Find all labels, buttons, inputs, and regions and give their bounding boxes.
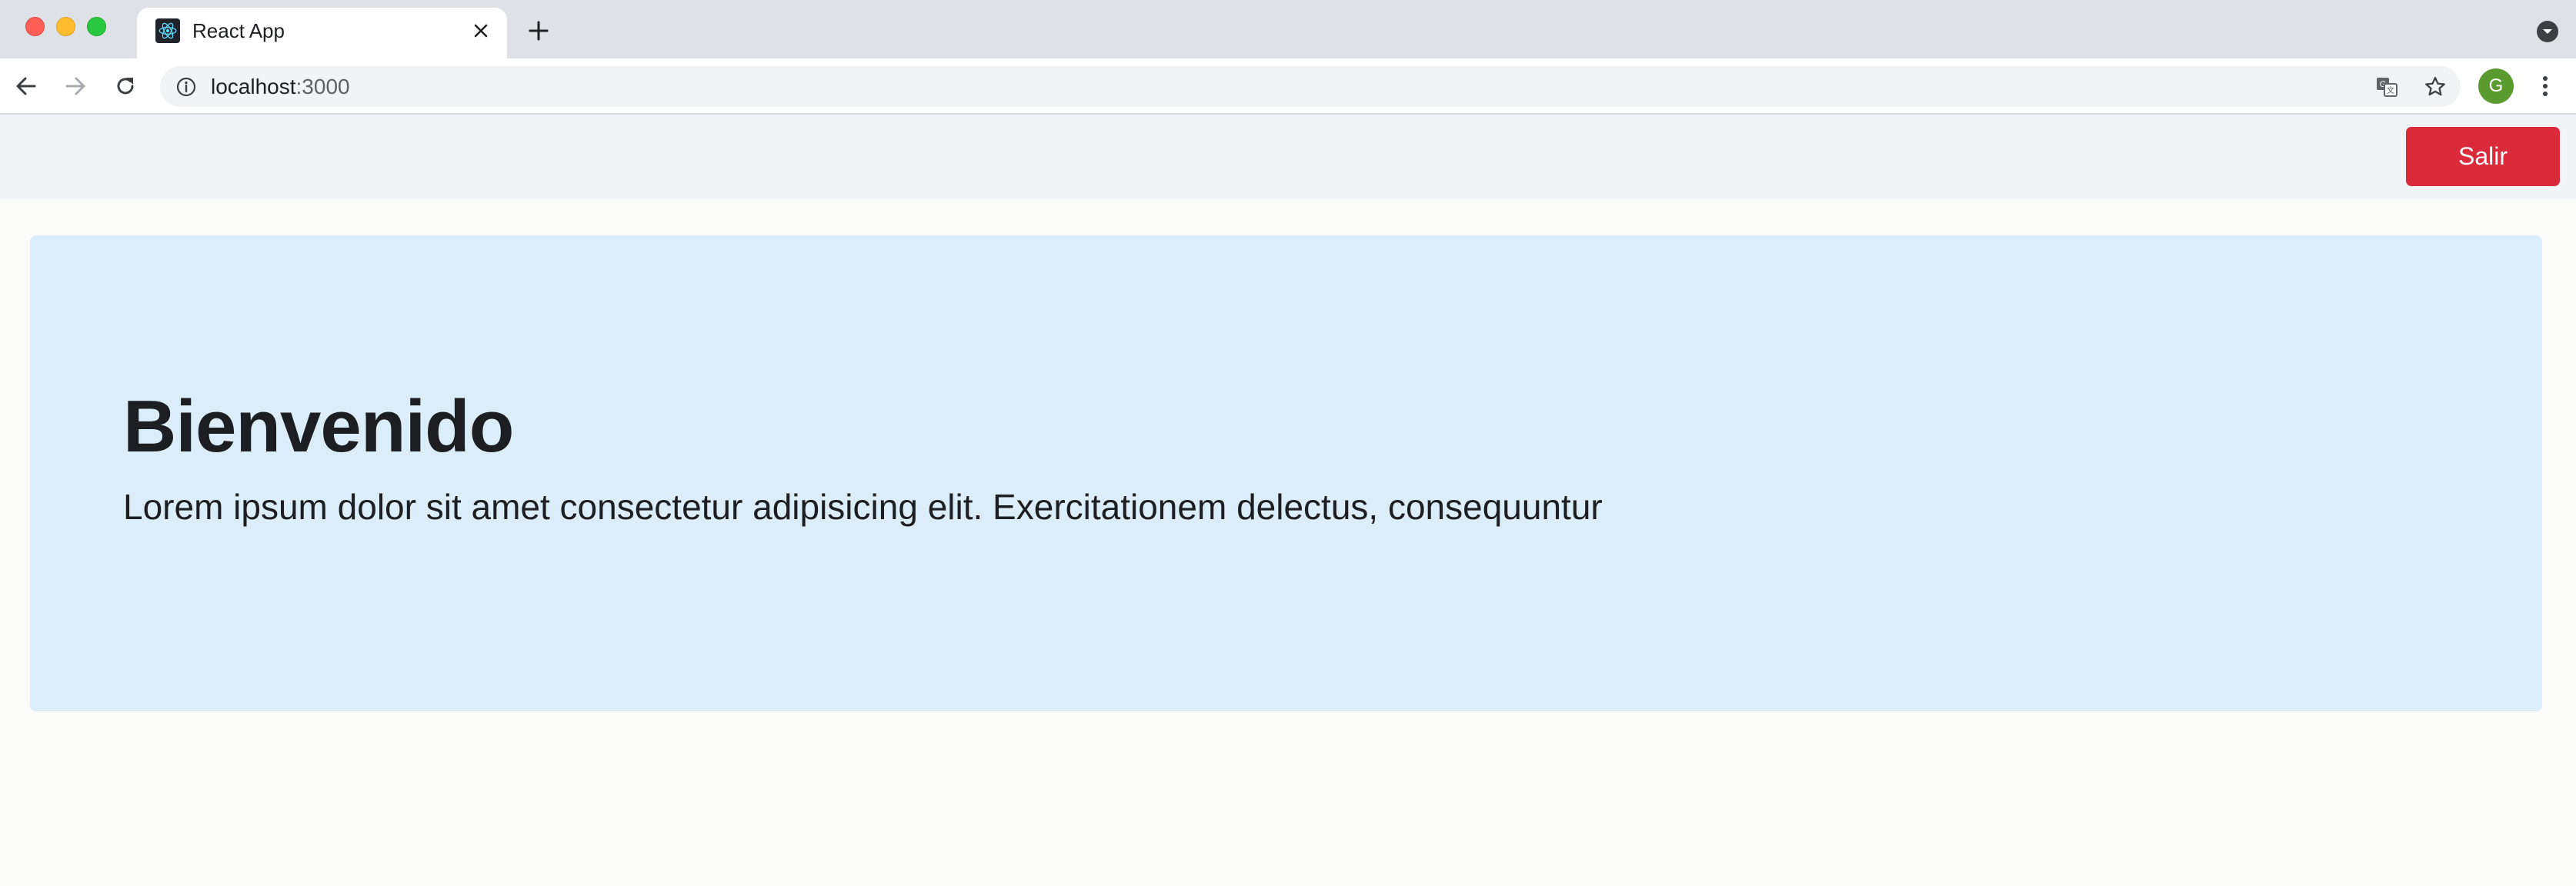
close-tab-icon[interactable] xyxy=(469,18,493,43)
react-logo-icon xyxy=(155,18,180,43)
welcome-lead-text: Lorem ipsum dolor sit amet consectetur a… xyxy=(123,487,1603,527)
welcome-jumbotron: Bienvenido Lorem ipsum dolor sit amet co… xyxy=(30,235,2542,711)
address-bar[interactable]: localhost:3000 G文 xyxy=(160,66,2461,107)
minimize-window-button[interactable] xyxy=(56,17,75,36)
bookmark-star-icon[interactable] xyxy=(2422,74,2448,100)
browser-toolbar: localhost:3000 G文 G xyxy=(0,58,2576,115)
site-info-icon[interactable] xyxy=(175,76,197,98)
close-window-button[interactable] xyxy=(25,17,45,36)
maximize-window-button[interactable] xyxy=(87,17,106,36)
forward-arrow-icon[interactable] xyxy=(58,69,92,103)
logout-button[interactable]: Salir xyxy=(2406,127,2560,186)
translate-icon[interactable]: G文 xyxy=(2374,75,2399,99)
welcome-title: Bienvenido xyxy=(123,385,514,468)
app-navbar: Salir xyxy=(0,115,2576,199)
profile-avatar[interactable]: G xyxy=(2478,68,2514,104)
back-arrow-icon[interactable] xyxy=(9,69,43,103)
url-text: localhost:3000 xyxy=(211,75,350,98)
tab-title: React App xyxy=(192,19,285,42)
more-menu-icon[interactable] xyxy=(2531,69,2559,103)
reload-icon[interactable] xyxy=(108,69,142,103)
browser-tab[interactable]: React App xyxy=(137,8,507,58)
tab-search-icon[interactable] xyxy=(2537,21,2558,42)
new-tab-icon[interactable] xyxy=(525,17,552,45)
svg-text:文: 文 xyxy=(2387,85,2394,95)
url-port: :3000 xyxy=(295,75,350,98)
browser-tab-strip: React App xyxy=(0,0,2576,58)
url-host: localhost xyxy=(211,75,296,98)
